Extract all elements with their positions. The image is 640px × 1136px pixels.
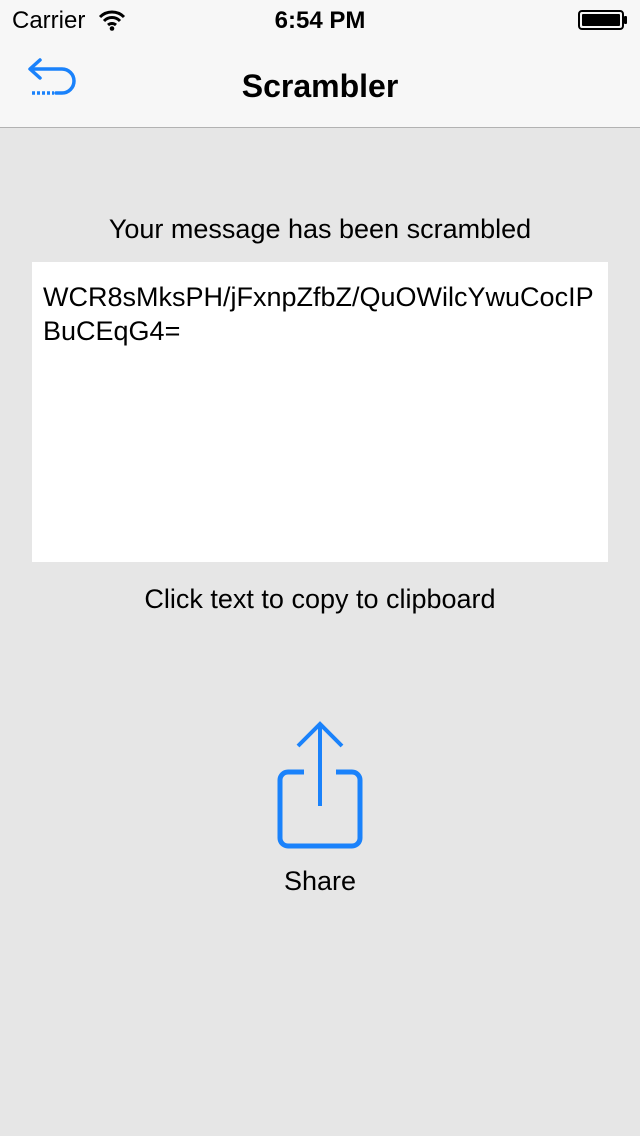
share-icon <box>277 721 363 849</box>
share-label: Share <box>283 866 357 896</box>
status-time: 6:54 PM <box>274 7 366 34</box>
share-button[interactable]: Share <box>250 716 390 906</box>
nav-title: Scrambler <box>241 68 399 104</box>
screen: Carrier 6:54 PM Scrambler Your message h… <box>0 0 640 1136</box>
message-label: Your message has been scrambled <box>108 214 532 244</box>
scrambled-text-area[interactable]: WCR8sMksPH/jFxnpZfbZ/QuOWilcYwuCocIPBuCE… <box>32 262 608 562</box>
battery-icon <box>578 10 627 30</box>
status-bar: Carrier 6:54 PM <box>0 0 640 40</box>
copy-hint-label: Click text to copy to clipboard <box>144 584 496 614</box>
navigation-bar: Scrambler <box>0 40 640 128</box>
